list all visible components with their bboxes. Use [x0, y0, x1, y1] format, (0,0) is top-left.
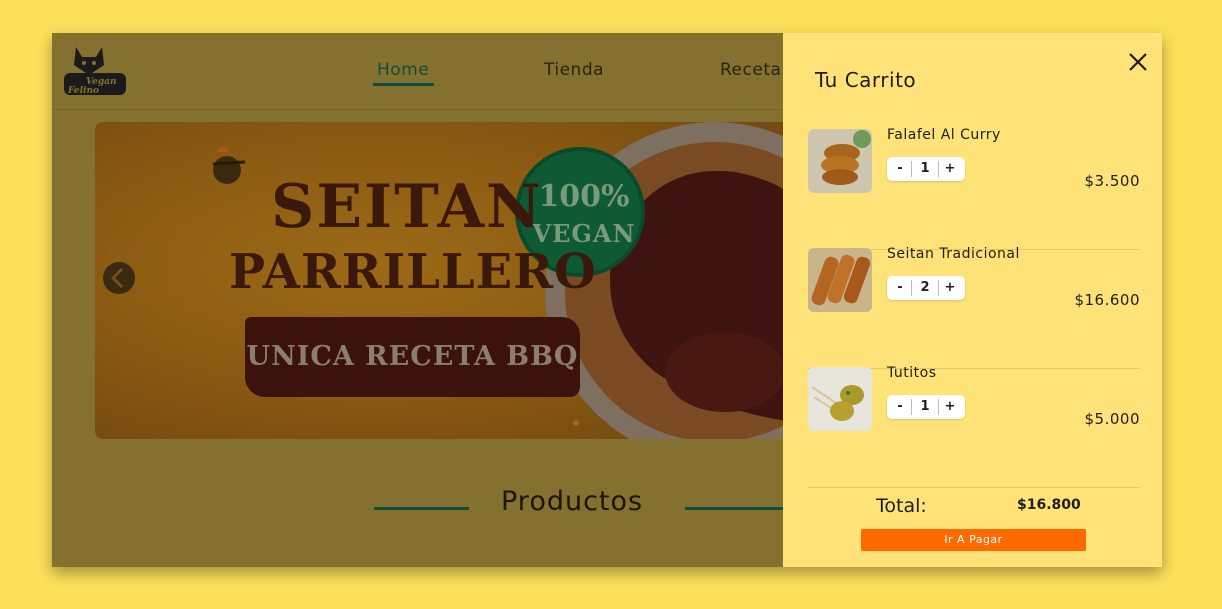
item-quantity: 2: [911, 280, 939, 296]
product-thumbnail: [808, 367, 872, 431]
cart-item-name: Falafel Al Curry: [887, 127, 1001, 143]
nav-receta[interactable]: Receta: [720, 60, 781, 80]
products-divider-left: [374, 507, 469, 510]
decrease-qty-button[interactable]: -: [889, 395, 911, 419]
nav-home[interactable]: Home: [377, 60, 429, 80]
banner-tagline: UNICA RECETA BBQ: [246, 341, 579, 372]
site-background: Vegan Felino Home Tienda Receta 100% VEG…: [52, 33, 783, 567]
cart-item-name: Tutitos: [887, 365, 937, 381]
hero-carousel: 100% VEGAN SEITAN PARRILLERO UNICA RECET…: [95, 122, 783, 439]
cart-item: Tutitos - 1 + $5.000: [808, 365, 1140, 488]
products-heading: Productos: [501, 486, 644, 517]
banner-title-line2: PARRILLERO: [229, 244, 597, 300]
quantity-stepper: - 2 +: [887, 276, 965, 300]
increase-qty-button[interactable]: +: [939, 157, 961, 181]
increase-qty-button[interactable]: +: [939, 276, 961, 300]
app-window: Vegan Felino Home Tienda Receta 100% VEG…: [52, 33, 1162, 567]
cart-item: Falafel Al Curry - 1 + $3.500: [808, 127, 1140, 250]
cart-item: Seitan Tradicional - 2 + $16.600: [808, 246, 1140, 369]
vegan-felino-logo[interactable]: Vegan Felino: [62, 43, 128, 97]
close-icon: [1129, 53, 1147, 71]
product-thumbnail: [808, 248, 872, 312]
nav-tienda[interactable]: Tienda: [544, 60, 604, 80]
quantity-stepper: - 1 +: [887, 157, 965, 181]
cart-title: Tu Carrito: [815, 68, 917, 92]
chevron-left-icon: [110, 267, 124, 289]
quantity-stepper: - 1 +: [887, 395, 965, 419]
products-divider-right: [685, 507, 783, 510]
item-quantity: 1: [911, 161, 939, 177]
carousel-prev-button[interactable]: [103, 262, 135, 294]
carousel-indicator[interactable]: [573, 420, 579, 426]
banner-title-line1: SEITAN: [271, 172, 543, 242]
nav-active-underline: [373, 83, 434, 86]
decrease-qty-button[interactable]: -: [889, 157, 911, 181]
cart-item-name: Seitan Tradicional: [887, 246, 1020, 262]
close-cart-button[interactable]: [1126, 50, 1150, 74]
checkout-button[interactable]: Ir A Pagar: [861, 529, 1086, 551]
tagline-brush: UNICA RECETA BBQ: [245, 317, 580, 397]
cart-item-price: $5.000: [1084, 410, 1140, 428]
product-thumbnail: [808, 129, 872, 193]
cart-item-price: $16.600: [1074, 291, 1140, 309]
cart-total-value: $16.800: [1017, 497, 1081, 513]
decrease-qty-button[interactable]: -: [889, 276, 911, 300]
cart-item-price: $3.500: [1084, 172, 1140, 190]
item-quantity: 1: [911, 399, 939, 415]
cart-total-label: Total:: [876, 495, 927, 517]
site-header: Vegan Felino Home Tienda Receta: [52, 33, 783, 110]
svg-text:Felino: Felino: [67, 86, 99, 96]
cart-drawer: Tu Carrito Falafel Al Curry - 1 + $3.500…: [783, 33, 1162, 567]
increase-qty-button[interactable]: +: [939, 395, 961, 419]
